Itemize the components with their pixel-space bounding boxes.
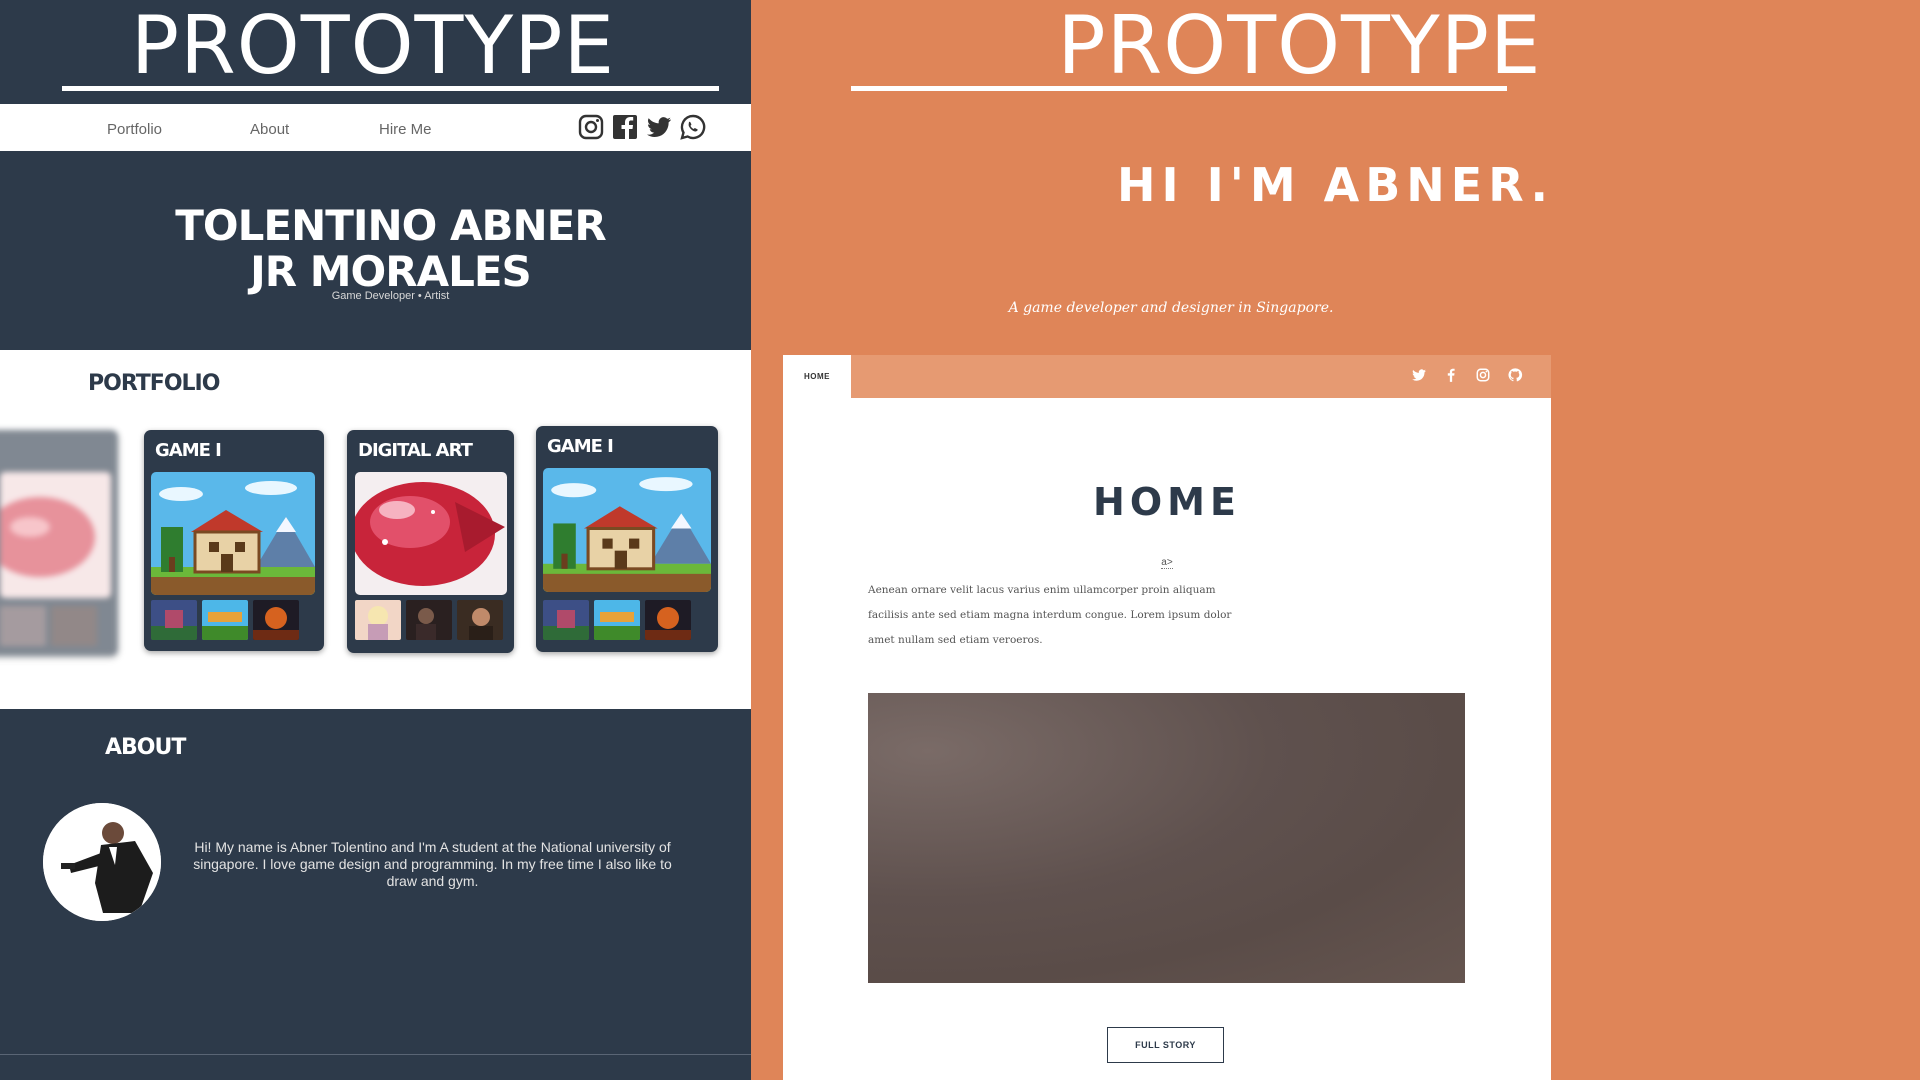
card-image	[0, 472, 111, 598]
thumbnail	[406, 600, 452, 640]
thumbnail	[151, 600, 197, 640]
card-title: GAME I	[155, 440, 222, 461]
github-icon[interactable]	[1507, 367, 1523, 383]
thumbnail	[543, 600, 589, 640]
right-prototype-panel: PROTOTYPE HI I'M ABNER. A game developer…	[751, 0, 1920, 1080]
nav-portfolio-link[interactable]: Portfolio	[107, 104, 162, 156]
divider	[0, 1054, 751, 1055]
twitter-icon[interactable]	[645, 113, 673, 141]
card-title: DIGITAL ART	[358, 440, 473, 461]
banner-underline	[62, 86, 719, 91]
avatar	[43, 803, 161, 921]
card-thumbs	[0, 606, 97, 646]
about-section: ABOUT Hi! My name is Abner Tolentino and…	[0, 709, 751, 1080]
anchor-link-wrapper: a>	[783, 557, 1551, 569]
twitter-icon[interactable]	[1411, 367, 1427, 383]
about-title: ABOUT	[105, 735, 186, 760]
banner-title: PROTOTYPE	[130, 0, 616, 92]
whatsapp-icon[interactable]	[679, 113, 707, 141]
instagram-icon[interactable]	[577, 113, 605, 141]
thumbnail	[355, 600, 401, 640]
thumbnail	[51, 606, 97, 646]
card-thumbs	[151, 600, 299, 640]
nav-about-link[interactable]: About	[250, 104, 289, 156]
headline: HI I'M ABNER.	[1117, 158, 1554, 212]
thumbnail	[202, 600, 248, 640]
thumbnail	[0, 606, 46, 646]
hero-name-line2: JR MORALES	[250, 247, 532, 296]
portfolio-card-game-1-alt[interactable]: GAME I	[536, 426, 718, 652]
hero-name: TOLENTINO ABNER JR MORALES	[0, 203, 751, 295]
nav-hire-me-link[interactable]: Hire Me	[379, 104, 432, 156]
social-links	[577, 113, 707, 141]
card-image	[151, 472, 315, 595]
thumbnail	[594, 600, 640, 640]
thumbnail	[253, 600, 299, 640]
facebook-icon[interactable]	[611, 113, 639, 141]
left-prototype-panel: PROTOTYPE Portfolio About Hire Me TOLENT…	[0, 0, 751, 1080]
hero-subtitle: Game Developer • Artist	[331, 290, 450, 302]
banner-underline	[851, 86, 1507, 91]
about-text: Hi! My name is Abner Tolentino and I'm A…	[193, 839, 672, 889]
portfolio-card-digital-art[interactable]: DIGITAL ART	[347, 430, 514, 653]
facebook-icon[interactable]	[1443, 367, 1459, 383]
full-story-button[interactable]: FULL STORY	[1107, 1027, 1224, 1063]
portfolio-card-game-1[interactable]: GAME I	[144, 430, 324, 651]
card-image	[355, 472, 507, 595]
hero-name-line1: TOLENTINO ABNER	[175, 201, 606, 250]
feature-image	[868, 693, 1465, 983]
portfolio-card-blurred[interactable]	[0, 430, 118, 656]
portfolio-section: PORTFOLIO GAME I DIGITAL ART GAME I	[0, 350, 751, 709]
headline-wrapper: HI I'M ABNER.	[751, 158, 1920, 212]
site-preview: HOME HOME a> Aenean ornare velit lacus v…	[783, 355, 1551, 1080]
section-heading: HOME	[1093, 480, 1241, 524]
card-image	[543, 468, 711, 592]
portfolio-title: PORTFOLIO	[88, 371, 220, 396]
card-thumbs	[543, 600, 691, 640]
card-thumbs	[355, 600, 503, 640]
thumbnail	[457, 600, 503, 640]
body-paragraph: Aenean ornare velit lacus varius enim ul…	[868, 584, 1232, 646]
card-title: GAME I	[547, 436, 614, 457]
tagline: A game developer and designer in Singapo…	[1008, 300, 1334, 316]
tab-home[interactable]: HOME	[783, 355, 851, 398]
banner-title: PROTOTYPE	[1057, 0, 1542, 92]
instagram-icon[interactable]	[1475, 367, 1491, 383]
site-social-links	[1411, 367, 1523, 383]
site-nav-bar: HOME	[783, 355, 1551, 398]
thumbnail	[645, 600, 691, 640]
navbar: Portfolio About Hire Me	[0, 104, 751, 151]
anchor-link[interactable]: a>	[1161, 557, 1173, 569]
